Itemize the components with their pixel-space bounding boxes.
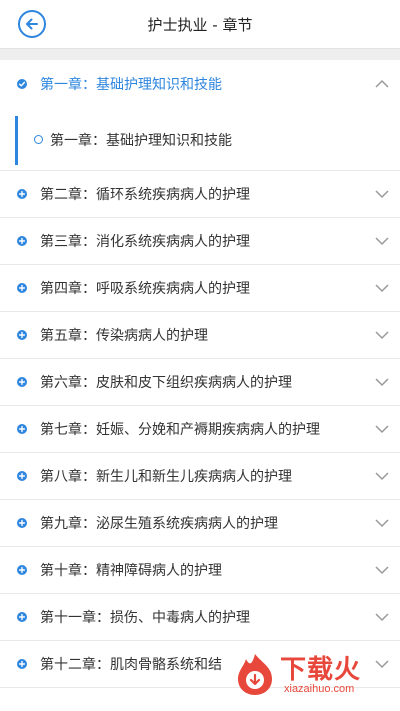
chapter-label: 第九章：泌尿生殖系统疾病病人的护理 [40,516,278,532]
chapter-row-2[interactable]: 第二章：循环系统疾病病人的护理 [0,171,400,218]
back-button[interactable] [18,10,46,38]
chapter-label: 第三章：消化系统疾病病人的护理 [40,234,250,250]
chapter-row-3[interactable]: 第三章：消化系统疾病病人的护理 [0,218,400,265]
chapter-label: 第六章：皮肤和皮下组织疾病病人的护理 [40,375,292,391]
chevron-down-icon [375,519,389,528]
chevron-down-icon [375,284,389,293]
chapter-row-5[interactable]: 第五章：传染病病人的护理 [0,312,400,359]
chevron-down-icon [375,425,389,434]
flame-logo-icon [238,654,272,695]
chapter-list: 第一章：基础护理知识和技能 第一章：基础护理知识和技能 第二章：循环系统疾病病人… [0,60,400,688]
subsection-label: 第一章：基础护理知识和技能 [50,132,232,149]
plus-icon [17,424,27,434]
plus-icon [17,330,27,340]
chapter-label: 第二章：循环系统疾病病人的护理 [40,187,250,203]
chevron-down-icon [375,566,389,575]
plus-icon [17,471,27,481]
chapter-row-11[interactable]: 第十一章：损伤、中毒病人的护理 [0,594,400,641]
chapter-label: 第四章：呼吸系统疾病病人的护理 [40,281,250,297]
plus-icon [17,565,27,575]
plus-icon [17,283,27,293]
chapter-row-8[interactable]: 第八章：新生儿和新生儿疾病病人的护理 [0,453,400,500]
chapter-row-6[interactable]: 第六章：皮肤和皮下组织疾病病人的护理 [0,359,400,406]
watermark-text: 下载火 [280,655,362,685]
watermark-url: xiazaihuo.com [284,683,355,695]
chapter-label: 第五章：传染病病人的护理 [40,328,208,344]
plus-icon [17,189,27,199]
chapter-row-4[interactable]: 第四章：呼吸系统疾病病人的护理 [0,265,400,312]
chapter-label: 第十二章：肌肉骨骼系统和结 [40,657,222,673]
plus-icon [17,518,27,528]
chapter-label: 第一章：基础护理知识和技能 [40,77,222,93]
chapter-label: 第十一章：损伤、中毒病人的护理 [40,610,250,626]
plus-icon [17,236,27,246]
chevron-down-icon [375,472,389,481]
chapter-row-9[interactable]: 第九章：泌尿生殖系统疾病病人的护理 [0,500,400,547]
back-arrow-icon [26,18,38,30]
chapter-1-subsections: 第一章：基础护理知识和技能 [0,108,400,171]
circle-icon [34,135,43,144]
chevron-down-icon [375,378,389,387]
chapter-label: 第十章：精神障碍病人的护理 [40,563,222,579]
plus-icon [17,377,27,387]
subsection-item[interactable]: 第一章：基础护理知识和技能 [34,108,232,171]
chevron-down-icon [375,237,389,246]
chevron-down-icon [375,190,389,199]
chapter-row-7[interactable]: 第七章：妊娠、分娩和产褥期疾病病人的护理 [0,406,400,453]
chapter-row-10[interactable]: 第十章：精神障碍病人的护理 [0,547,400,594]
chapter-label: 第七章：妊娠、分娩和产褥期疾病病人的护理 [40,422,320,438]
plus-icon [17,659,27,669]
header-divider-strip [0,48,400,60]
chevron-down-icon [375,613,389,622]
chapter-label: 第八章：新生儿和新生儿疾病病人的护理 [40,469,292,485]
app-header: 护士执业 - 章节 [0,0,400,48]
watermark-logo: 下载火 xiazaihuo.com [232,649,392,703]
chevron-up-icon [375,79,389,88]
page-title: 护士执业 - 章节 [147,15,253,34]
check-icon [17,79,27,89]
active-indicator-bar [15,116,18,165]
chapter-row-1[interactable]: 第一章：基础护理知识和技能 [0,60,400,108]
plus-icon [17,612,27,622]
chevron-down-icon [375,331,389,340]
